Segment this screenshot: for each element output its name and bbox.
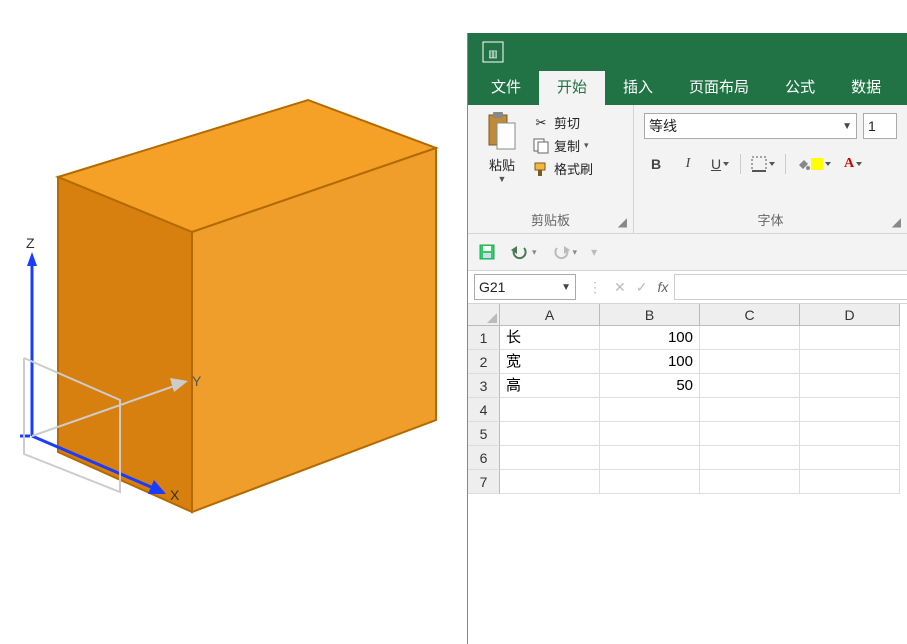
ribbon-group-font: 等线▼ 1 B I U [634,105,907,233]
col-header-A[interactable]: A [500,304,600,326]
cell-B1[interactable]: 100 [600,326,700,350]
cell-D7[interactable] [800,470,900,494]
enter-formula-button[interactable]: ✓ [636,279,648,296]
paste-label: 粘贴 [489,155,515,174]
tab-file[interactable]: 文件 [473,71,539,105]
undo-button[interactable]: ▾ [510,244,537,260]
cell-C7[interactable] [700,470,800,494]
cell-B7[interactable] [600,470,700,494]
svg-text:▥: ▥ [488,49,497,60]
cell-D5[interactable] [800,422,900,446]
row-header-4[interactable]: 4 [468,398,500,422]
cell-C4[interactable] [700,398,800,422]
formula-bar[interactable] [674,274,907,300]
formula-bar-row: G21 ▼ ⋮ ✕ ✓ fx [468,271,907,304]
tab-formulas[interactable]: 公式 [767,71,833,105]
axis-z-label: Z [26,235,35,251]
clipboard-group-label: 剪贴板 [531,213,570,228]
font-launcher[interactable]: ◢ [892,215,901,229]
cell-B5[interactable] [600,422,700,446]
excel-titlebar: ▥ [468,33,907,71]
cell-A2[interactable]: 宽 [500,350,600,374]
cell-C6[interactable] [700,446,800,470]
qat-customize[interactable]: ▾ [591,245,597,259]
cell-B2[interactable]: 100 [600,350,700,374]
col-header-B[interactable]: B [600,304,700,326]
row-header-3[interactable]: 3 [468,374,500,398]
quick-access-toolbar: ▾ ▾ ▾ [468,234,907,271]
paste-button[interactable]: 粘贴 ▼ [478,111,526,203]
cube-model: Z X Y [20,60,450,540]
name-box[interactable]: G21 ▼ [474,274,576,300]
excel-window: ▥ 文件 开始 插入 页面布局 公式 数据 粘贴 ▼ [467,33,907,644]
cell-A1[interactable]: 长 [500,326,600,350]
cell-D1[interactable] [800,326,900,350]
ribbon: 粘贴 ▼ ✂ 剪切 复制 ▾ [468,105,907,234]
underline-button[interactable]: U [708,152,732,176]
font-color-icon: A [844,156,854,172]
cell-C2[interactable] [700,350,800,374]
redo-icon [551,244,571,260]
cell-A3[interactable]: 高 [500,374,600,398]
cell-C3[interactable] [700,374,800,398]
cell-C1[interactable] [700,326,800,350]
tab-insert[interactable]: 插入 [605,71,671,105]
bucket-icon [796,157,810,171]
row-header-7[interactable]: 7 [468,470,500,494]
cut-button[interactable]: ✂ 剪切 [532,113,593,132]
cell-A4[interactable] [500,398,600,422]
font-color-button[interactable]: A [841,152,865,176]
cell-D6[interactable] [800,446,900,470]
copy-button[interactable]: 复制 ▾ [532,136,593,155]
border-icon [751,156,767,172]
col-header-D[interactable]: D [800,304,900,326]
cell-A5[interactable] [500,422,600,446]
axis-x-label: X [170,487,180,503]
row-header-2[interactable]: 2 [468,350,500,374]
border-button[interactable] [749,152,777,176]
cad-3d-viewport[interactable]: Z X Y [0,0,465,644]
fill-color-button[interactable] [794,152,833,176]
paste-icon [483,111,521,155]
bold-button[interactable]: B [644,152,668,176]
row-header-5[interactable]: 5 [468,422,500,446]
scissors-icon: ✂ [532,114,550,132]
cell-B4[interactable] [600,398,700,422]
cancel-formula-button[interactable]: ✕ [614,279,626,296]
row-header-6[interactable]: 6 [468,446,500,470]
row-header-1[interactable]: 1 [468,326,500,350]
worksheet-grid[interactable]: A B C D 1 长 100 2 宽 100 3 高 [468,304,907,494]
fx-separator: ⋮ [582,271,608,303]
save-button[interactable] [478,243,496,261]
italic-button[interactable]: I [676,152,700,176]
cell-D4[interactable] [800,398,900,422]
col-header-C[interactable]: C [700,304,800,326]
save-icon [478,243,496,261]
cell-C5[interactable] [700,422,800,446]
clipboard-launcher[interactable]: ◢ [618,215,627,229]
cell-B6[interactable] [600,446,700,470]
font-group-label: 字体 [757,213,783,228]
tab-page-layout[interactable]: 页面布局 [671,71,767,105]
ribbon-group-clipboard: 粘贴 ▼ ✂ 剪切 复制 ▾ [468,105,634,233]
format-painter-icon [532,160,550,178]
select-all-corner[interactable] [468,304,500,326]
tab-home[interactable]: 开始 [539,71,605,105]
cell-D2[interactable] [800,350,900,374]
format-painter-button[interactable]: 格式刷 [532,159,593,178]
cell-B3[interactable]: 50 [600,374,700,398]
app-icon: ▥ [478,37,508,67]
tab-data[interactable]: 数据 [833,71,899,105]
redo-button[interactable]: ▾ [551,244,578,260]
font-size-combo[interactable]: 1 [863,113,897,139]
cell-A7[interactable] [500,470,600,494]
ribbon-tabs: 文件 开始 插入 页面布局 公式 数据 [468,71,907,105]
cell-A6[interactable] [500,446,600,470]
insert-function-button[interactable]: fx [657,279,668,295]
copy-icon [532,137,550,155]
axis-y-label: Y [192,373,202,389]
undo-icon [510,244,530,260]
font-name-combo[interactable]: 等线▼ [644,113,857,139]
cell-D3[interactable] [800,374,900,398]
